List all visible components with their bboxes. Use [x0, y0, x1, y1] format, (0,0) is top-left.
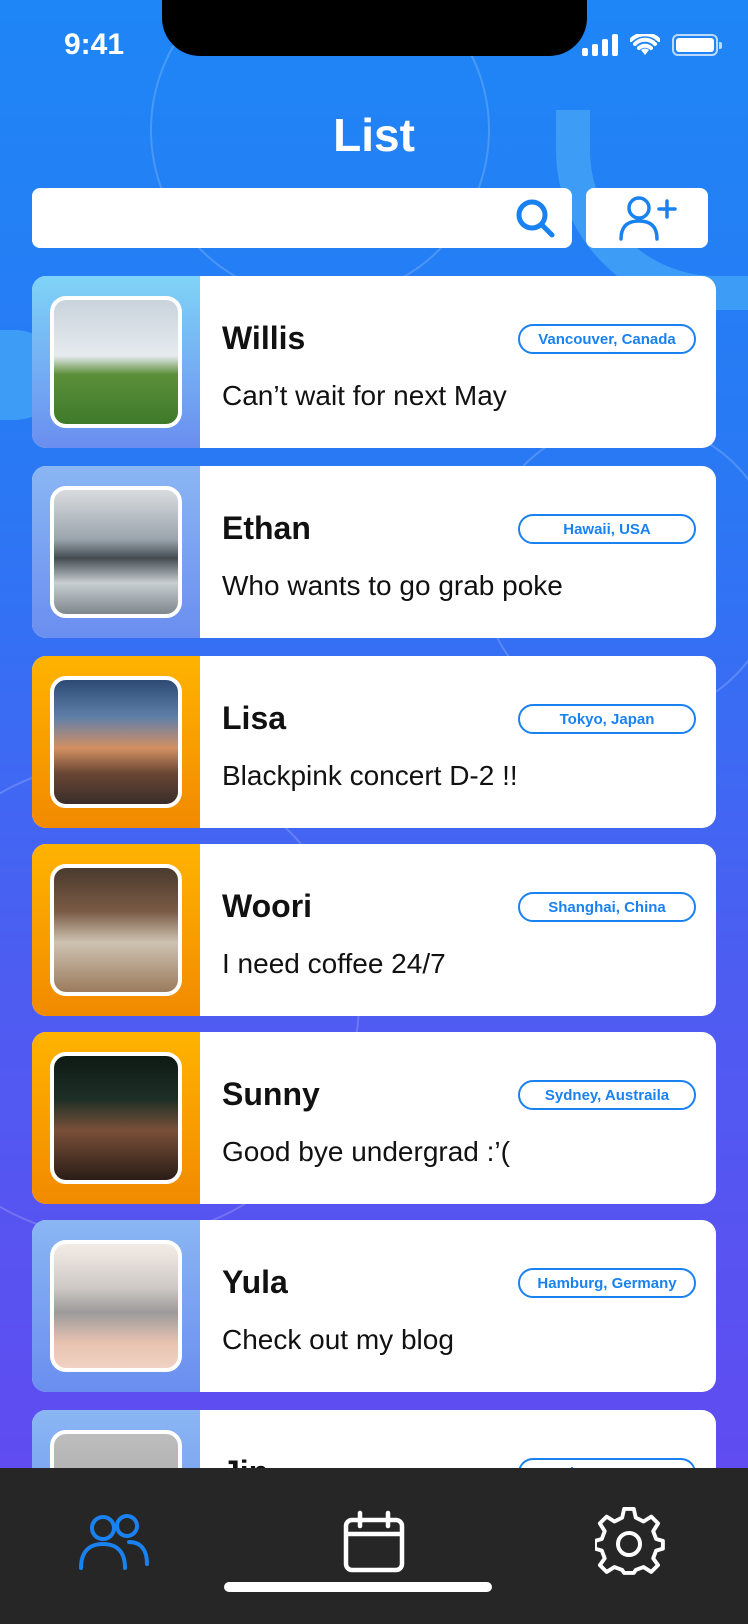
- cafe-photo: [50, 864, 182, 996]
- card-body: Willis Vancouver, Canada Can’t wait for ne…: [200, 276, 716, 448]
- contact-card[interactable]: Ethan Hawaii, USA Who wants to go grab pok…: [32, 466, 716, 638]
- contact-name: Lisa: [222, 700, 287, 736]
- contact-name: Ethan: [222, 510, 311, 546]
- card-body: Sunny Sydney, Austraila Good bye undergrad…: [200, 1032, 716, 1204]
- location-badge: Hawaii, USA: [518, 514, 696, 544]
- contact-card[interactable]: Yula Hamburg, Germany Check out my blog: [32, 1220, 716, 1392]
- tab-friends[interactable]: [74, 1502, 154, 1582]
- card-body: Yula Hamburg, Germany Check out my blog: [200, 1220, 716, 1392]
- add-user-button[interactable]: [586, 188, 708, 248]
- contact-card[interactable]: Willis Vancouver, Canada Can’t wait for ne…: [32, 276, 716, 448]
- location-badge: Hamburg, Germany: [518, 1268, 696, 1298]
- page-title: List: [333, 109, 415, 161]
- card-photo-panel: [32, 466, 200, 638]
- calendar-icon: [343, 1510, 405, 1573]
- contact-card[interactable]: Sunny Sydney, Austraila Good bye undergrad…: [32, 1032, 716, 1204]
- location-badge: Vancouver, Canada: [518, 324, 696, 354]
- search-bar[interactable]: [32, 188, 572, 248]
- search-input[interactable]: [48, 198, 518, 238]
- graduate-photo: [50, 1052, 182, 1184]
- card-photo-panel: [32, 276, 200, 448]
- contact-message: Who wants to go grab poke: [222, 570, 563, 601]
- settings-icon: [595, 1507, 665, 1575]
- card-body: Ethan Hawaii, USA Who wants to go grab pok…: [200, 466, 716, 638]
- status-icons: [582, 34, 722, 56]
- contact-message: Blackpink concert D-2 !!: [222, 760, 518, 791]
- card-photo-panel: [32, 844, 200, 1016]
- location-badge: Tokyo, Japan: [518, 704, 696, 734]
- pagoda-photo: [50, 676, 182, 808]
- tab-settings[interactable]: [590, 1502, 670, 1582]
- contact-message: Good bye undergrad :’(: [222, 1136, 510, 1167]
- tab-bar: [0, 1468, 748, 1624]
- device-notch: [162, 0, 587, 56]
- wifi-icon: [630, 34, 660, 55]
- contact-message: Check out my blog: [222, 1324, 454, 1355]
- location-badge: Shanghai, China: [518, 892, 696, 922]
- card-body: Lisa Tokyo, Japan Blackpink concert D-2 !!: [200, 656, 716, 828]
- home-indicator: [224, 1582, 492, 1592]
- contact-card[interactable]: Lisa Tokyo, Japan Blackpink concert D-2 !!: [32, 656, 716, 828]
- laptop-photo: [50, 1240, 182, 1372]
- contact-name: Sunny: [222, 1076, 320, 1112]
- golfer-photo: [50, 296, 182, 428]
- tab-calendar[interactable]: [334, 1502, 414, 1582]
- location-badge: Sydney, Austraila: [518, 1080, 696, 1110]
- card-photo-panel: [32, 1220, 200, 1392]
- battery-icon: [672, 34, 722, 56]
- signal-icon: [582, 34, 618, 56]
- contact-card[interactable]: Woori Shanghai, China I need coffee 24/7: [32, 844, 716, 1016]
- search-icon[interactable]: [514, 197, 556, 239]
- contact-name: Woori: [222, 888, 313, 924]
- ocean-photo: [50, 486, 182, 618]
- contact-message: Can’t wait for next May: [222, 380, 507, 411]
- contact-name: Willis: [222, 320, 306, 356]
- add-user-icon: [619, 196, 677, 241]
- card-photo-panel: [32, 1032, 200, 1204]
- friends-icon: [79, 1514, 149, 1570]
- status-time: 9:41: [64, 28, 125, 61]
- contact-message: I need coffee 24/7: [222, 948, 446, 979]
- card-photo-panel: [32, 656, 200, 828]
- card-body: Woori Shanghai, China I need coffee 24/7: [200, 844, 716, 1016]
- contact-name: Yula: [222, 1264, 288, 1300]
